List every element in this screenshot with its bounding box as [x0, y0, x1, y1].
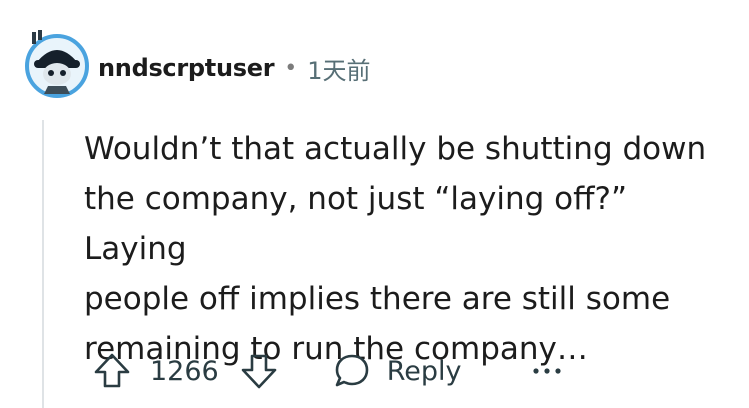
meta-separator: •: [284, 55, 298, 81]
speech-bubble-icon: [335, 354, 369, 387]
arrow-down-outline-icon: [241, 354, 277, 389]
ellipsis-icon: [532, 368, 561, 374]
reply-label: Reply: [386, 355, 462, 387]
upvote-button[interactable]: [92, 351, 132, 391]
arrow-up-outline-icon: [94, 353, 130, 388]
reply-button[interactable]: Reply: [333, 352, 462, 390]
thread-line[interactable]: [42, 120, 44, 408]
downvote-button[interactable]: [239, 351, 279, 391]
comment-line: the company, not just “laying off?” Layi…: [84, 181, 627, 267]
vote-count: 1266: [150, 355, 219, 387]
avatar[interactable]: [20, 26, 94, 100]
more-options-button[interactable]: [532, 366, 562, 376]
username[interactable]: nndscrptuser: [98, 54, 275, 82]
timestamp[interactable]: 1天前: [307, 51, 370, 86]
comment-body: Wouldn’t that actually be shutting down …: [84, 124, 734, 374]
comment-line: people off implies there are still some: [84, 281, 671, 317]
comment-header: nndscrptuser • 1天前: [98, 50, 371, 86]
action-bar: 1266 Reply: [92, 346, 562, 396]
comment-line: Wouldn’t that actually be shutting down: [84, 131, 707, 167]
